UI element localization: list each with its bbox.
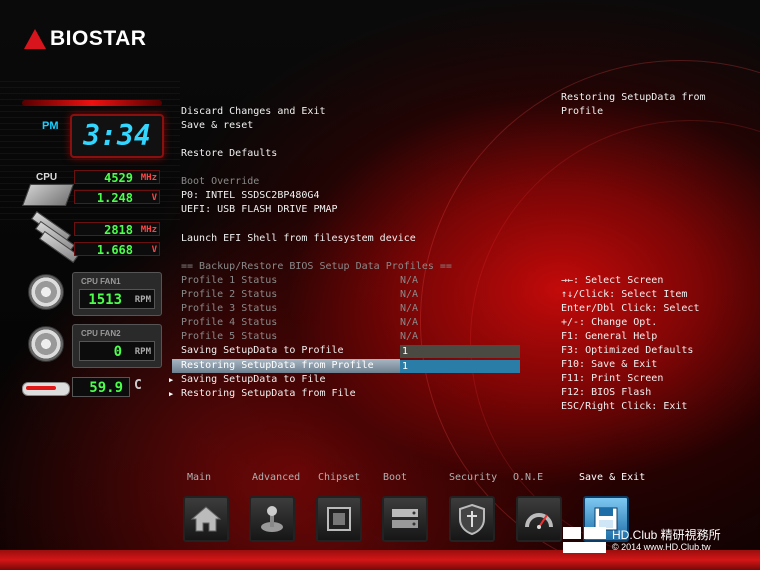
memory-frequency: 2818 MHz [74, 222, 160, 237]
cpu-fan2-label: CPU FAN2 [81, 329, 121, 338]
tab-security[interactable]: Security [449, 472, 497, 483]
tab-main-button[interactable] [183, 496, 229, 542]
tab-chipset-button[interactable] [316, 496, 362, 542]
tab-save-exit[interactable]: Save & Exit [579, 472, 645, 483]
fan-icon [28, 326, 64, 362]
profile-status-label: Profile 2 Status [181, 289, 278, 300]
tab-boot[interactable]: Boot [383, 472, 407, 483]
cpu-label: CPU [36, 172, 58, 183]
profile-status-label: Profile 4 Status [181, 317, 278, 328]
gauge-icon [525, 513, 553, 529]
profile-status-label: Profile 5 Status [181, 331, 278, 342]
profile-status-value: N/A [400, 317, 419, 328]
tab-boot-button[interactable] [382, 496, 428, 542]
help-key: F10: Save & Exit [561, 359, 658, 370]
thermometer-icon [22, 382, 70, 396]
cpu-fan1-label: CPU FAN1 [81, 277, 121, 286]
joystick-icon [261, 506, 283, 532]
tab-security-button[interactable] [449, 496, 495, 542]
fan-icon [28, 274, 64, 310]
temperature-value: 59.9 [72, 377, 130, 397]
menu-save-reset[interactable]: Save & reset [181, 119, 253, 133]
hdclub-logo-icon [563, 527, 606, 553]
help-key: ↑↓/Click: Select Item [561, 289, 688, 300]
profile-status-value: N/A [400, 289, 419, 300]
tab-one[interactable]: O.N.E [513, 472, 543, 483]
cpu-voltage: 1.248 V [74, 190, 160, 205]
cpu-chip-icon [21, 184, 75, 206]
menu-saving-setupdata-profile[interactable]: Saving SetupData to Profile [181, 344, 344, 358]
profile-status-label: Profile 3 Status [181, 303, 278, 314]
tab-chipset[interactable]: Chipset [318, 472, 360, 483]
profile-status-value: N/A [400, 303, 419, 314]
help-key: F12: BIOS Flash [561, 387, 652, 398]
tab-main[interactable]: Main [187, 472, 211, 483]
menu-saving-setupdata-file[interactable]: Saving SetupData to File [169, 373, 325, 387]
cpu-frequency: 4529 MHz [74, 170, 160, 185]
bios-screen: BIOSTAR PM 3:34 CPU 4529 MHz 1.248 V 2818 M… [0, 0, 760, 570]
boot-override-heading: Boot Override [181, 176, 260, 187]
cpu-fan1-panel: CPU FAN1 1513 RPM [72, 272, 162, 316]
temperature-unit: C [134, 378, 142, 393]
cpu-fan2-panel: CPU FAN2 0 RPM [72, 324, 162, 368]
chip-icon [327, 507, 351, 531]
help-key: F1: General Help [561, 331, 658, 342]
biostar-logo: BIOSTAR [24, 26, 146, 52]
help-description: Restoring SetupData from [561, 92, 706, 103]
panel-accent-bar [22, 100, 162, 106]
profile-status-label: Profile 1 Status [181, 275, 278, 286]
profile-status-value: N/A [400, 275, 419, 286]
clock-ampm: PM [42, 120, 59, 132]
tab-advanced-button[interactable] [249, 496, 295, 542]
help-key: →←: Select Screen [561, 275, 664, 286]
profile-status-value: N/A [400, 331, 419, 342]
logo-text: BIOSTAR [50, 27, 147, 50]
menu-boot-p0[interactable]: P0: INTEL SSDSC2BP480G4 [181, 189, 319, 203]
drive-icon [392, 509, 418, 528]
help-key: ESC/Right Click: Exit [561, 401, 688, 412]
help-key: F3: Optimized Defaults [561, 345, 694, 356]
help-key: F11: Print Screen [561, 373, 664, 384]
cpu-fan1-rpm: 1513 RPM [79, 289, 155, 309]
restoring-profile-field[interactable]: 1 [400, 360, 520, 373]
watermark: HD.Club 精研視務所 © 2014 www.HD.Club.tw [562, 524, 760, 558]
menu-restoring-setupdata-profile[interactable]: Restoring SetupData from Profile [181, 359, 374, 373]
logo-mark-icon [24, 29, 46, 49]
menu-restore-defaults[interactable]: Restore Defaults [181, 147, 277, 161]
clock-time: 3:34 [83, 119, 151, 152]
cpu-fan2-rpm: 0 RPM [79, 341, 155, 361]
shield-icon [459, 503, 485, 535]
menu-launch-efi-shell[interactable]: Launch EFI Shell from filesystem device [181, 232, 416, 246]
menu-discard-exit[interactable]: Discard Changes and Exit [181, 105, 326, 119]
menu-restoring-setupdata-file[interactable]: Restoring SetupData from File [169, 387, 356, 401]
watermark-copyright: © 2014 www.HD.Club.tw [612, 542, 711, 552]
menu-boot-uefi[interactable]: UEFI: USB FLASH DRIVE PMAP [181, 203, 338, 217]
help-key: +/-: Change Opt. [561, 317, 658, 328]
help-key: Enter/Dbl Click: Select [561, 303, 700, 314]
tab-advanced[interactable]: Advanced [252, 472, 300, 483]
help-description: Profile [561, 106, 604, 117]
clock-display: 3:34 [70, 114, 164, 158]
profiles-heading: == Backup/Restore BIOS Setup Data Profil… [181, 261, 452, 272]
tab-one-button[interactable] [516, 496, 562, 542]
saving-profile-field[interactable]: 1 [400, 345, 520, 358]
home-icon [190, 506, 222, 532]
memory-voltage: 1.668 V [74, 242, 160, 257]
watermark-name: HD.Club 精研視務所 [612, 528, 721, 542]
